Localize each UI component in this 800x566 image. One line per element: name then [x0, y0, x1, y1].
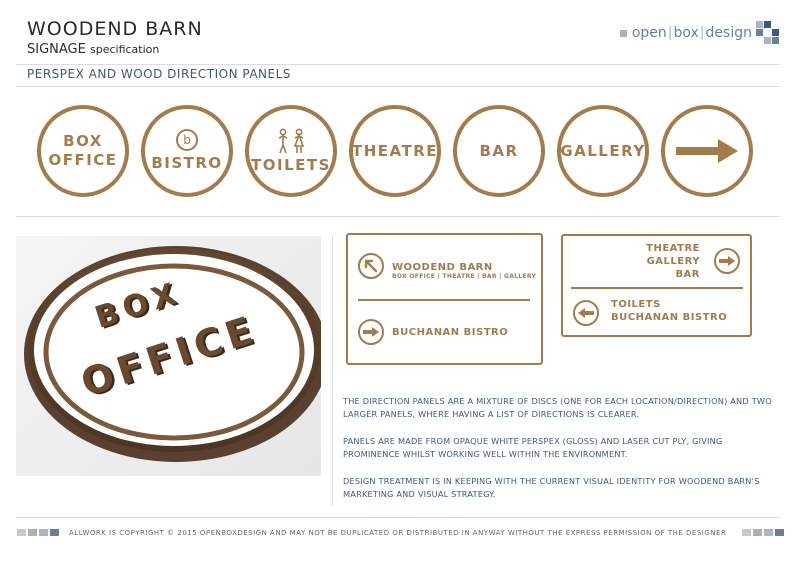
- direction-panel-woodend: WOODEND BARN BOX OFFICE | THEATRE | BAR …: [346, 233, 543, 365]
- arrow-right-icon: [676, 139, 738, 163]
- page-title: WOODEND BARN: [27, 18, 203, 40]
- arrow-right-icon: [358, 319, 384, 345]
- disc-bar: BAR: [453, 105, 545, 197]
- panel2-line-bistro: BUCHANAN BISTRO: [611, 312, 728, 323]
- disc-bistro: b BISTRO: [141, 105, 233, 197]
- box-office-disc-photo: BOX OFFICE: [16, 236, 321, 476]
- disc-label-line2: OFFICE: [48, 151, 118, 169]
- disc-label: BAR: [479, 141, 519, 160]
- panel2-line-bar: BAR: [675, 269, 700, 280]
- openboxdesign-logo: open|box|design: [619, 20, 780, 46]
- toilets-people-icon: [278, 128, 305, 153]
- footer-copyright: ALLWORK IS COPYRIGHT © 2015 OPENBOXDESIG…: [69, 529, 727, 537]
- subtitle-spec: specification: [89, 43, 160, 56]
- section-divider: [16, 86, 780, 87]
- footer-divider: [16, 517, 780, 518]
- logo-text-design: design: [705, 25, 752, 41]
- disc-gallery: GALLERY: [557, 105, 649, 197]
- panel2-line-gallery: GALLERY: [646, 256, 700, 267]
- disc-theatre: THEATRE: [349, 105, 441, 197]
- logo-text-open: open: [631, 25, 667, 41]
- disc-box-office: BOX OFFICE: [37, 105, 129, 197]
- subtitle-main: SIGNAGE: [27, 42, 86, 57]
- footer-squares-right: [742, 529, 784, 536]
- page-subtitle: SIGNAGE specification: [27, 42, 159, 57]
- disc-toilets: TOILETS: [245, 105, 337, 197]
- disc-arrow: [661, 105, 753, 197]
- arrow-right-icon: [714, 248, 740, 274]
- description-paragraph-1: THE DIRECTION PANELS ARE A MIXTURE OF DI…: [343, 396, 772, 419]
- panel1-divider: [358, 299, 530, 301]
- disc-label: GALLERY: [560, 141, 646, 160]
- logo-text-box: box: [673, 25, 699, 41]
- footer-squares-left: [17, 529, 59, 536]
- disc-label-line1: BOX: [63, 132, 103, 150]
- description-paragraph-2: PANELS ARE MADE FROM OPAQUE WHITE PERSPE…: [343, 436, 723, 459]
- panel1-row1-sub: BOX OFFICE | THEATRE | BAR | GALLERY: [392, 273, 537, 280]
- disc-label: THEATRE: [352, 141, 439, 160]
- disc-label: TOILETS: [251, 155, 331, 174]
- panel2-line-theatre: THEATRE: [646, 243, 700, 254]
- column-divider: [332, 236, 333, 506]
- panel2-row2-text: TOILETS BUCHANAN BISTRO: [611, 298, 727, 324]
- panel2-row1-text: THEATRE GALLERY BAR: [646, 242, 700, 281]
- arrow-up-left-icon: [358, 253, 384, 279]
- discs-divider: [16, 216, 780, 217]
- logo-squares-grid-icon: [756, 21, 780, 45]
- section-title: PERSPEX AND WOOD DIRECTION PANELS: [27, 67, 291, 81]
- direction-panel-theatre: THEATRE GALLERY BAR TOILETS BUCHANAN BIS…: [561, 234, 752, 337]
- logo-square: [619, 29, 627, 37]
- description-paragraph-3: DESIGN TREATMENT IS IN KEEPING WITH THE …: [343, 476, 760, 499]
- panel2-line-toilets: TOILETS: [611, 299, 661, 310]
- logo-text: open|box|design: [631, 25, 752, 41]
- bistro-b-glyph: b: [183, 133, 191, 147]
- bistro-b-icon: b: [176, 129, 198, 151]
- disc-label: BISTRO: [151, 154, 223, 172]
- panel1-row2-title: BUCHANAN BISTRO: [392, 327, 509, 338]
- arrow-left-icon: [573, 300, 599, 326]
- panel2-divider: [571, 287, 743, 289]
- header-divider: [16, 64, 780, 65]
